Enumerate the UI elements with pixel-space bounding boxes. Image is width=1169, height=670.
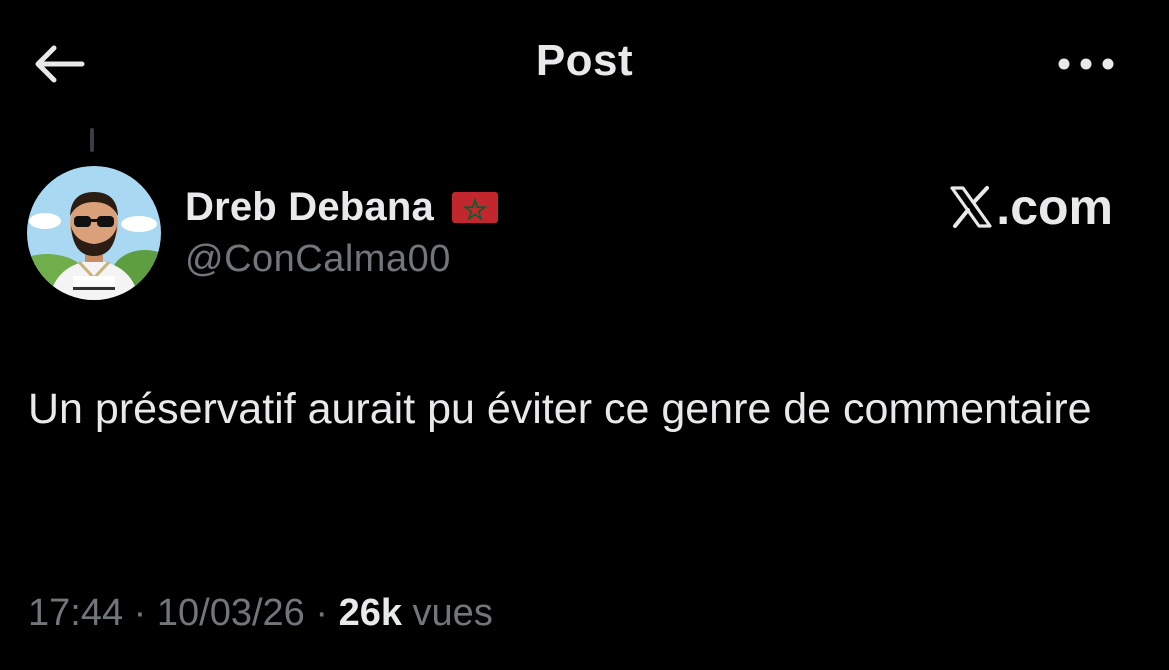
x-logo-icon (950, 186, 992, 228)
author-info: Dreb Debana @ConCalma00 (185, 182, 498, 281)
author-handle[interactable]: @ConCalma00 (185, 238, 498, 281)
meta-separator: · (123, 592, 157, 634)
author-display-name[interactable]: Dreb Debana (185, 185, 434, 230)
more-options-button[interactable] (1050, 40, 1122, 88)
views-count: 26k (338, 592, 402, 634)
views-spacer (402, 592, 413, 635)
watermark-text: .com (996, 179, 1113, 235)
views-label: vues (412, 592, 493, 634)
name-row: Dreb Debana (185, 182, 498, 232)
page-title: Post (535, 36, 634, 85)
meta-separator: · (304, 592, 339, 634)
post-metadata: 17:44 · 10/03/26 · 26k vues (28, 592, 493, 635)
post-text: Un préservatif aurait pu éviter ce genre… (28, 385, 1092, 433)
more-horizontal-icon (1058, 58, 1114, 70)
post-date[interactable]: 10/03/26 (157, 592, 305, 635)
post-header: Post (0, 0, 1169, 128)
post-time[interactable]: 17:44 (28, 592, 123, 635)
morocco-flag-icon (451, 191, 498, 223)
thread-connector-line (90, 128, 94, 152)
avatar[interactable] (27, 166, 161, 300)
x-com-watermark: .com (948, 178, 1113, 236)
